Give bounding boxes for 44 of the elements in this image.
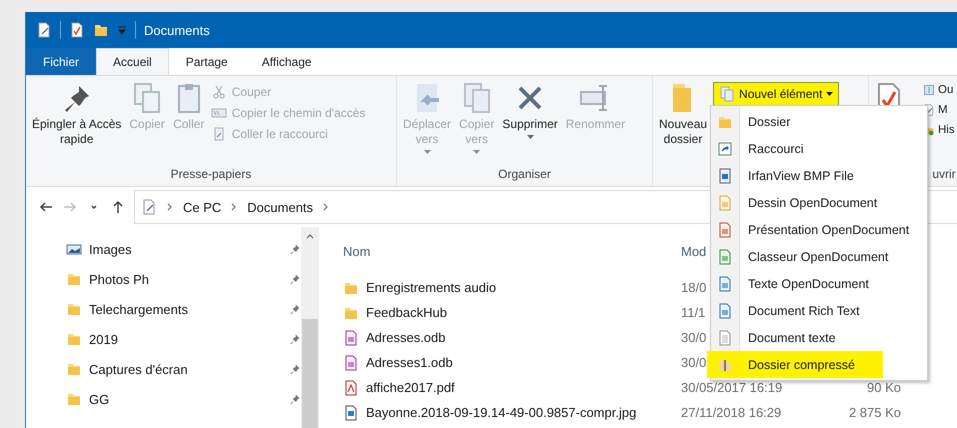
file-name[interactable]: Enregistrements audio xyxy=(343,280,681,296)
ribbon-button[interactable]: Nouveau dossier xyxy=(657,82,710,186)
file-date: 27/11/2018 16:29 xyxy=(681,405,782,420)
menu-item[interactable]: Dossier xyxy=(711,108,927,135)
menu-item[interactable]: Texte OpenDocument xyxy=(711,270,927,297)
file-date: 30/0 xyxy=(681,330,706,345)
file-size: 2 875 Ko xyxy=(848,405,901,420)
column-header[interactable]: Nom xyxy=(343,244,370,258)
nav-item[interactable]: Photos Ph xyxy=(66,269,301,289)
menu-item[interactable]: Raccourci xyxy=(711,135,927,162)
group-label: Organiser xyxy=(498,167,551,183)
menu-item[interactable]: Classeur OpenDocument xyxy=(711,243,927,270)
group-label: uvrir xyxy=(932,167,956,183)
ribbon-tab[interactable]: Accueil xyxy=(96,48,169,75)
menu-item[interactable]: IrfanView BMP File xyxy=(711,162,927,189)
nav-item[interactable]: Captures d'écran xyxy=(66,359,301,379)
nav-item[interactable]: Telechargements xyxy=(66,299,301,319)
file-date: 18/0 xyxy=(681,280,706,295)
menu-item[interactable]: Document texte xyxy=(711,324,927,351)
ribbon-button[interactable]: Épingler à Accès rapide xyxy=(30,82,124,167)
file-name[interactable]: Adresses1.odb xyxy=(343,354,681,370)
file-name[interactable]: FeedbackHub xyxy=(343,304,681,320)
new-item-button[interactable]: Nouvel élément xyxy=(713,82,840,106)
file-date: 30/0 xyxy=(681,355,706,370)
nav-item[interactable]: 2019 xyxy=(66,329,301,349)
breadcrumb[interactable]: Ce PC xyxy=(183,200,222,214)
menu-item[interactable]: Dessin OpenDocument xyxy=(711,189,927,216)
column-header[interactable]: Mod xyxy=(681,244,706,258)
menu-item[interactable]: Dossier compressé xyxy=(707,351,883,378)
file-name[interactable]: affiche2017.pdf xyxy=(343,380,681,396)
file-date: 11/1 xyxy=(681,305,706,320)
nav-item[interactable]: GG xyxy=(66,389,301,409)
window-title: Documents xyxy=(144,22,210,38)
group-label: Presse-papiers xyxy=(170,167,252,183)
ribbon-button[interactable]: Supprimer xyxy=(500,82,560,167)
ribbon-tab[interactable]: Fichier xyxy=(26,48,96,75)
file-name[interactable]: Bayonne.2018-09-19.14-49-00.9857-compr.jpg xyxy=(343,404,681,420)
file-name[interactable]: Adresses.odb xyxy=(343,330,681,346)
breadcrumb[interactable]: Documents xyxy=(247,200,314,214)
file-date: 30/05/2017 16:19 xyxy=(681,380,782,395)
ribbon-small-button[interactable]: Ou xyxy=(923,84,955,96)
file-size: 90 Ko xyxy=(866,380,901,395)
menu-item[interactable]: Document Rich Text xyxy=(711,297,927,324)
nav-item[interactable]: Images xyxy=(66,239,301,259)
